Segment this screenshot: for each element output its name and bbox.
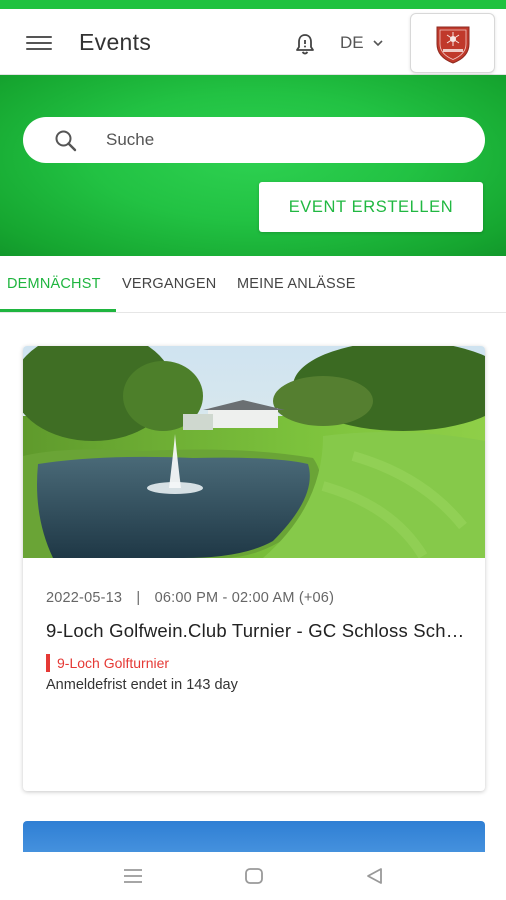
recent-apps-icon[interactable]: [121, 866, 145, 886]
status-bar-strip: [0, 0, 506, 9]
event-image: [23, 346, 485, 558]
home-icon[interactable]: [242, 866, 266, 886]
search-input[interactable]: [106, 117, 466, 163]
bell-icon[interactable]: [292, 31, 318, 57]
create-event-button[interactable]: EVENT ERSTELLEN: [259, 182, 483, 232]
search-icon: [55, 130, 77, 152]
event-time: 06:00 PM - 02:00 AM (+06): [154, 590, 335, 606]
hamburger-menu-icon[interactable]: [22, 31, 58, 57]
event-title: 9-Loch Golfwein.Club Turnier - GC Schlos…: [46, 620, 466, 641]
event-category-tag: 9-Loch Golfturnier: [46, 654, 169, 672]
search-bar[interactable]: [23, 117, 485, 163]
tab-my-events[interactable]: MEINE ANLÄSSE: [237, 276, 356, 292]
language-label: DE: [340, 33, 364, 52]
event-card[interactable]: 2022-05-13 | 06:00 PM - 02:00 AM (+06) 9…: [23, 346, 485, 791]
page-title: Events: [79, 29, 152, 55]
event-datetime: 2022-05-13 | 06:00 PM - 02:00 AM (+06): [46, 590, 334, 606]
event-date: 2022-05-13: [46, 590, 123, 606]
club-crest-logo: [436, 26, 470, 64]
back-icon[interactable]: [363, 866, 387, 886]
tab-past[interactable]: VERGANGEN: [122, 276, 216, 292]
chevron-down-icon: [373, 40, 383, 47]
datetime-separator: |: [136, 590, 141, 606]
system-navigation-bar: [0, 852, 506, 900]
hero-banner: EVENT ERSTELLEN: [0, 75, 506, 256]
tab-upcoming[interactable]: DEMNÄCHST: [7, 276, 101, 292]
registration-deadline: Anmeldefrist endet in 143 day: [46, 677, 238, 693]
active-tab-indicator: [0, 309, 116, 312]
club-logo-button[interactable]: [410, 13, 495, 73]
language-selector[interactable]: DE: [340, 33, 384, 53]
app-bar: Events DE: [0, 9, 506, 75]
event-tabs: DEMNÄCHST VERGANGEN MEINE ANLÄSSE: [0, 256, 506, 313]
